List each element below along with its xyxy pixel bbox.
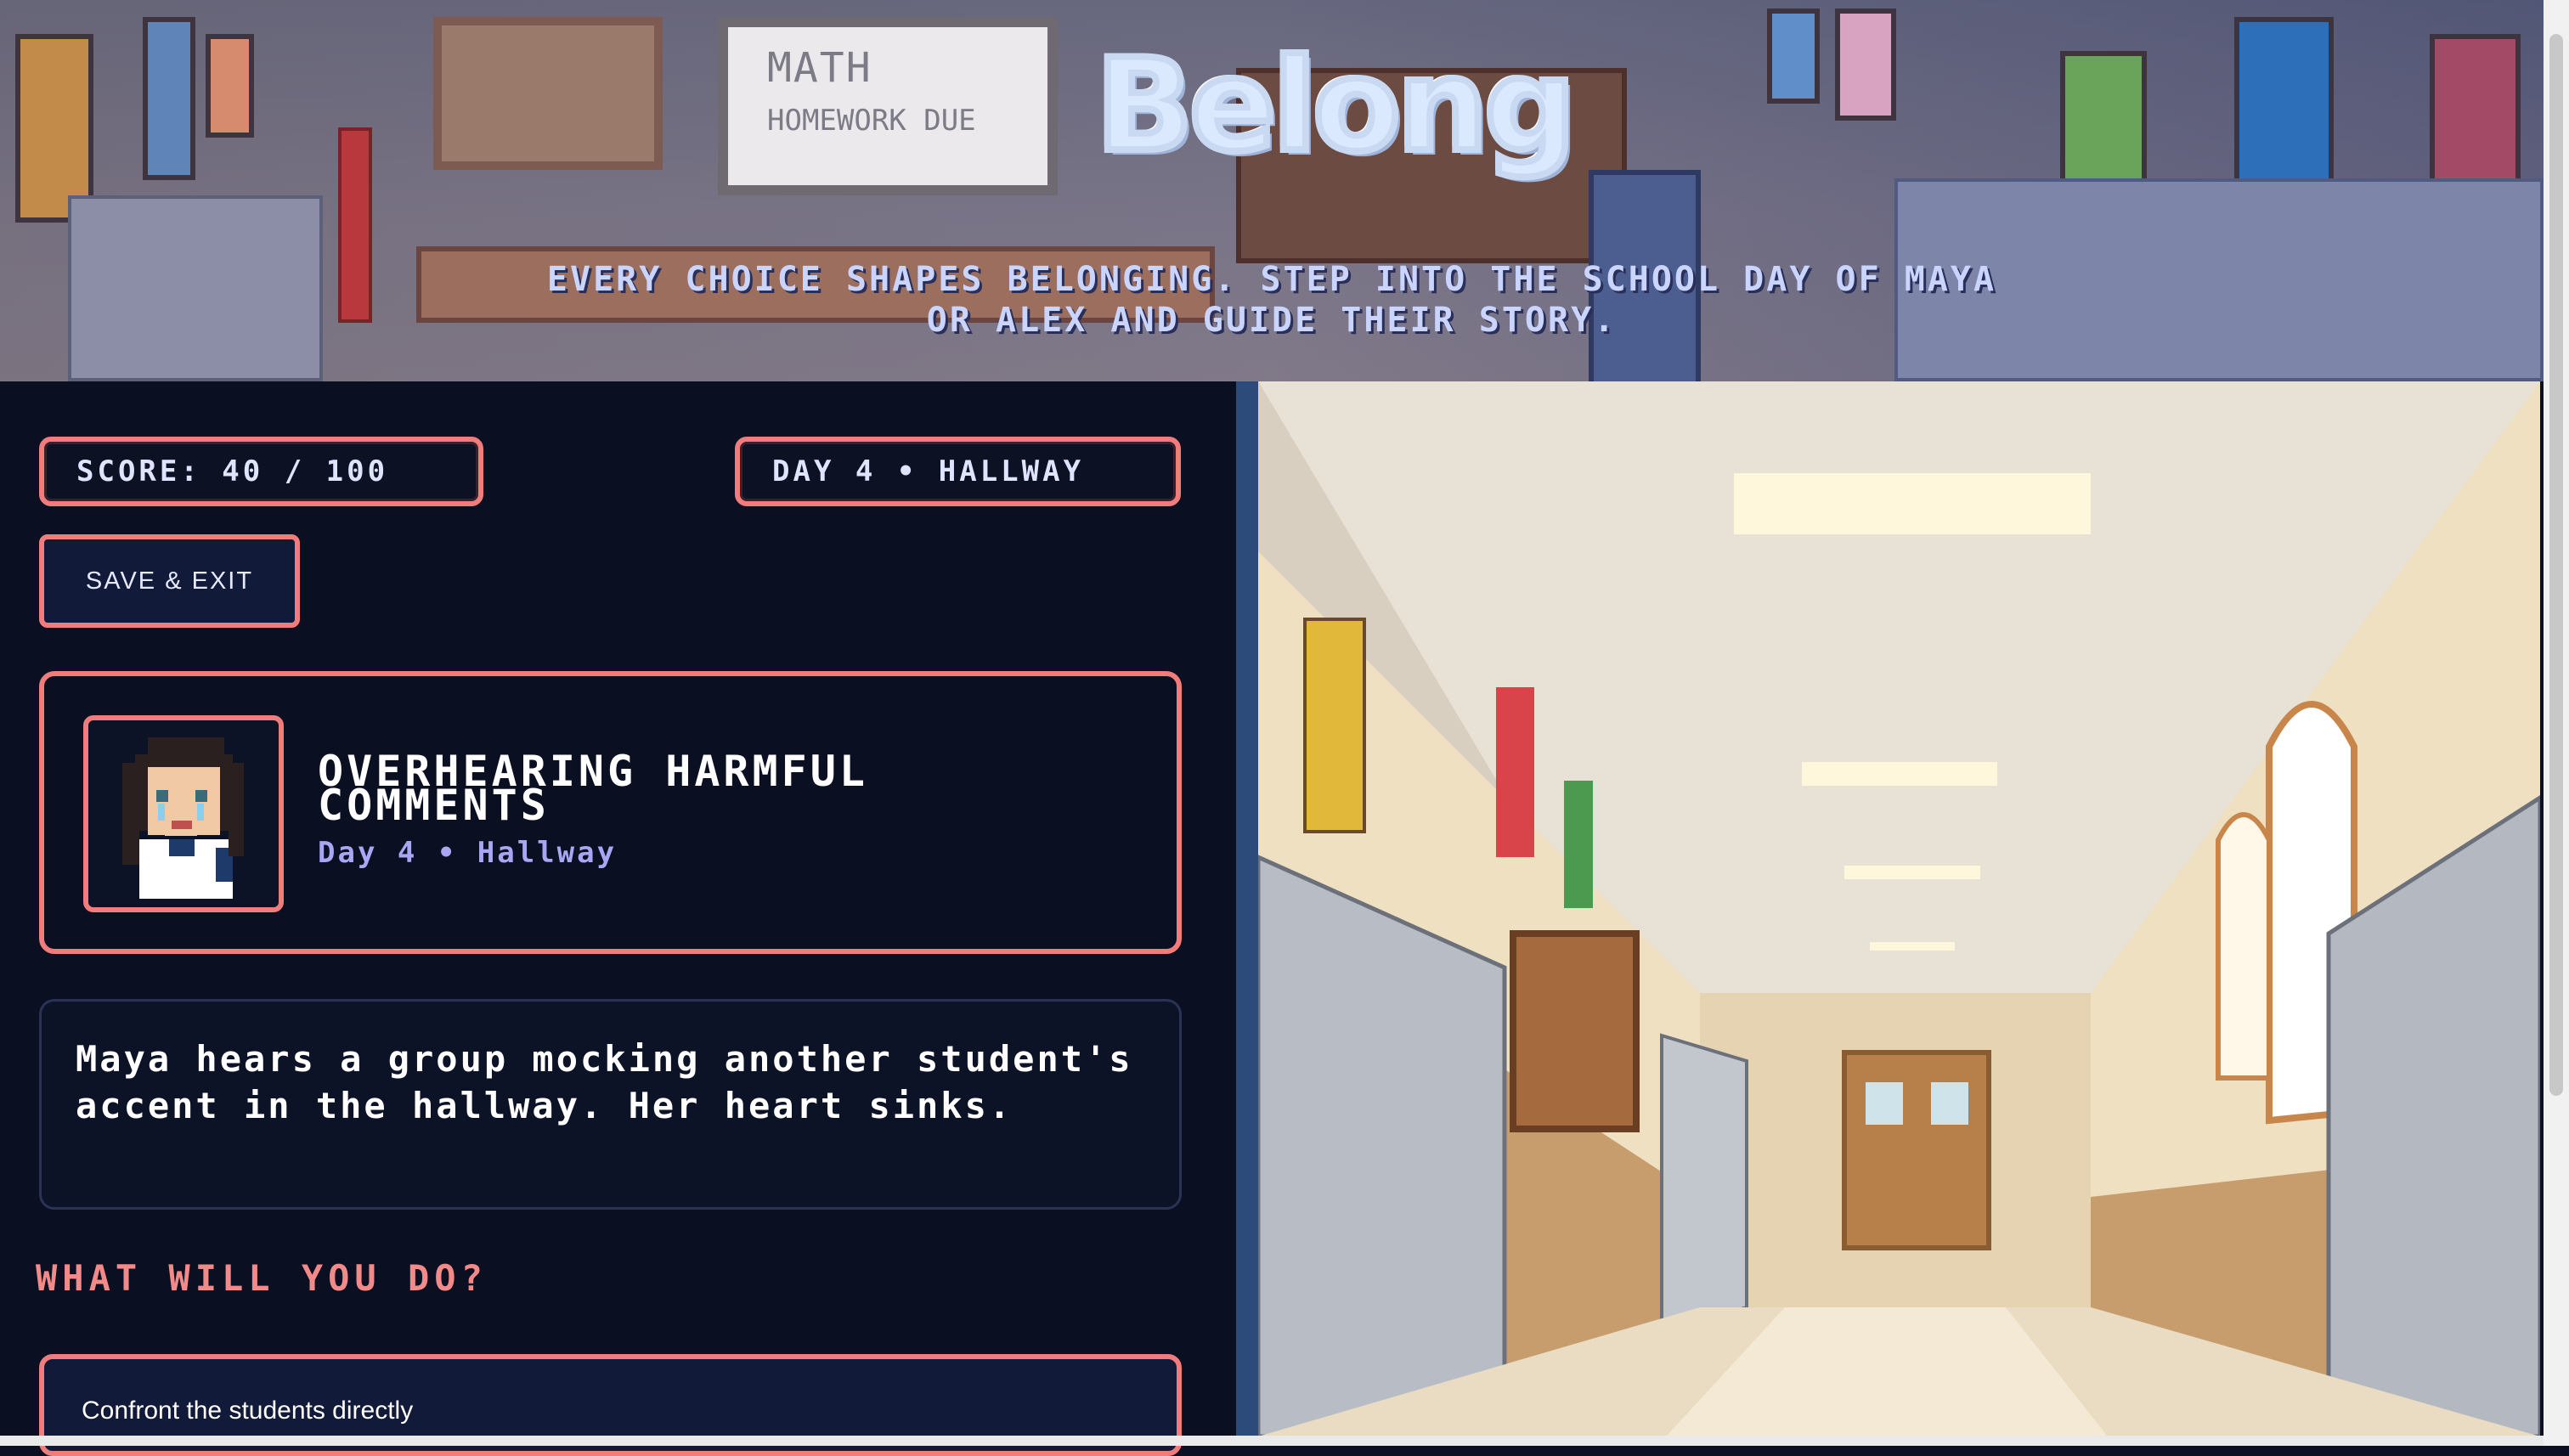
avatar-portrait [122,737,244,899]
header-banner: MATH HOMEWORK DUE Belong EVERY CHOICE SH… [0,0,2544,381]
horizontal-scrollbar[interactable] [0,1436,2544,1446]
save-exit-button[interactable]: SAVE & EXIT [39,534,300,628]
logo-text: Belong [1093,31,1579,182]
story-text: Maya hears a group mocking another stude… [76,1038,1133,1126]
vertical-scrollbar[interactable] [2544,0,2569,1446]
day-location-badge: DAY 4 • HALLWAY [735,437,1181,506]
wall-poster [2430,34,2521,197]
bulletin-board [433,17,663,170]
choice-prompt: WHAT WILL YOU DO? [36,1257,488,1299]
wall-poster [15,34,93,223]
wall-poster [143,17,195,180]
wall-poster [2234,17,2334,197]
hallway-scene-image [1258,381,2540,1436]
story-box: Maya hears a group mocking another stude… [39,999,1182,1210]
panel-divider [1236,381,1258,1446]
scene-subtitle: Day 4 • Hallway [318,836,618,870]
scene-title: OVERHEARING HARMFUL COMMENTS [318,747,868,830]
crying-girl-avatar-icon [83,715,284,912]
wall-poster [1835,8,1896,121]
tagline: EVERY CHOICE SHAPES BELONGING. STEP INTO… [546,260,1997,340]
scene-card: OVERHEARING HARMFUL COMMENTS Day 4 • Hal… [39,671,1182,954]
belong-logo: Belong [1093,31,1579,182]
whiteboard-line-2: HOMEWORK DUE [767,104,976,138]
wall-poster [1767,8,1820,104]
choice-label: Confront the students directly [82,1397,414,1425]
wall-poster [206,34,254,138]
score-badge: SCORE: 40 / 100 [39,437,483,506]
hallway-illustration [1258,381,2540,1436]
wall-poster [2060,51,2147,189]
whiteboard: MATH HOMEWORK DUE [718,17,1058,195]
scrollbar-thumb[interactable] [2549,34,2563,1096]
whiteboard-line-1: MATH [767,44,872,92]
